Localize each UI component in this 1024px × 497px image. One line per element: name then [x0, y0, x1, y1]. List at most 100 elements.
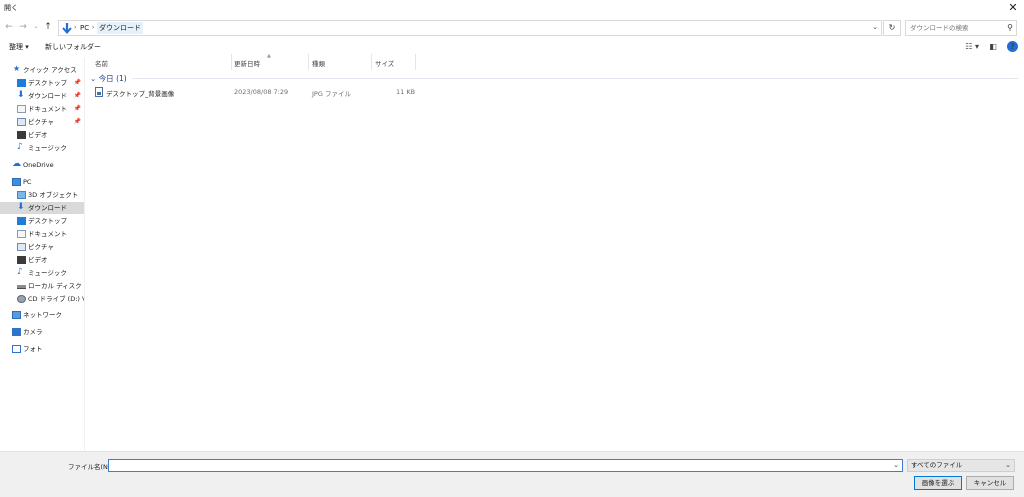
sidebar-item-label: デスクトップ [28, 79, 67, 87]
group-header-today[interactable]: ⌄ 今日 (1) [90, 73, 127, 84]
desktop-icon [17, 79, 26, 87]
refresh-icon[interactable]: ↻ [883, 20, 901, 36]
view-options-icon[interactable]: ☷ ▾ [965, 42, 979, 51]
music-icon: ♪ [17, 142, 23, 152]
network-icon [12, 311, 21, 319]
video-icon [17, 131, 26, 139]
up-icon[interactable]: ↑ [43, 21, 53, 33]
window-title: 開く [4, 4, 18, 12]
chevron-down-icon[interactable]: ⌄ [1005, 460, 1011, 471]
help-icon[interactable]: ? [1007, 41, 1018, 52]
recent-locations-icon[interactable]: ⌄ [31, 21, 41, 33]
document-icon [17, 230, 26, 238]
cancel-button[interactable]: キャンセル [966, 476, 1014, 490]
sidebar-item-label: ピクチャ [28, 243, 54, 251]
sidebar-item-pc-downloads[interactable]: ⬇ ダウンロード [0, 202, 84, 214]
sidebar-item-pictures[interactable]: ピクチャ 📌 [0, 116, 84, 128]
forward-icon[interactable]: → [18, 21, 28, 33]
computer-icon [12, 178, 21, 186]
sidebar-item-local-disk[interactable]: ローカル ディスク (C:) [0, 280, 84, 292]
sidebar-item-camera[interactable]: カメラ [0, 326, 84, 338]
sidebar-item-pc-pictures[interactable]: ピクチャ [0, 241, 84, 253]
column-divider[interactable] [415, 54, 416, 70]
breadcrumb-separator[interactable]: › [74, 24, 76, 31]
column-divider[interactable] [371, 54, 372, 70]
breadcrumb-separator[interactable]: › [92, 24, 94, 31]
column-divider[interactable] [231, 54, 232, 70]
sidebar-item-pc-documents[interactable]: ドキュメント [0, 228, 84, 240]
breadcrumb-pc[interactable]: PC [80, 24, 89, 32]
sidebar-item-pc[interactable]: PC [0, 176, 84, 188]
filetype-select[interactable]: すべてのファイル ⌄ [907, 459, 1015, 472]
sidebar-item-network[interactable]: ネットワーク [0, 309, 84, 321]
filename-label: ファイル名(N): [68, 463, 113, 471]
sidebar-item-onedrive[interactable]: ☁ OneDrive [0, 159, 84, 171]
navigation-pane: ★ クイック アクセス デスクトップ 📌 ⬇ ダウンロード 📌 ドキュメント 📌… [0, 58, 85, 451]
cd-icon [17, 295, 26, 303]
address-dropdown-icon[interactable]: ⌄ [872, 23, 878, 31]
sidebar-item-videos[interactable]: ビデオ [0, 129, 84, 141]
file-modified: 2023/08/08 7:29 [234, 88, 289, 96]
download-folder-icon [62, 23, 72, 34]
sidebar-item-label: ビデオ [28, 131, 48, 139]
sidebar-item-label: ダウンロード [28, 92, 67, 100]
breadcrumb-downloads[interactable]: ダウンロード [97, 22, 143, 34]
sidebar-item-label: 3D オブジェクト [28, 191, 79, 199]
column-divider[interactable] [308, 54, 309, 70]
bottom-bar: ファイル名(N): ⌄ すべてのファイル ⌄ 画像を選ぶ キャンセル [0, 451, 1024, 497]
sidebar-item-label: CD ドライブ (D:) Virtu [28, 295, 84, 303]
back-icon[interactable]: ← [4, 21, 14, 33]
search-input[interactable] [906, 21, 1001, 35]
preview-pane-icon[interactable]: ◧ [989, 42, 997, 51]
pin-icon: 📌 [73, 105, 81, 112]
image-file-icon [95, 87, 103, 97]
sidebar-item-3d-objects[interactable]: 3D オブジェクト [0, 189, 84, 201]
file-row[interactable]: デスクトップ_背景画像 2023/08/08 7:29 JPG ファイル 11 … [86, 86, 416, 100]
filename-combobox[interactable]: ⌄ [108, 459, 903, 472]
sidebar-item-music[interactable]: ♪ ミュージック [0, 142, 84, 154]
sidebar-item-pc-music[interactable]: ♪ ミュージック [0, 267, 84, 279]
sidebar-item-pc-desktop[interactable]: デスクトップ [0, 215, 84, 227]
chevron-down-icon[interactable]: ⌄ [90, 74, 96, 83]
sidebar-item-label: ローカル ディスク (C:) [28, 282, 84, 290]
close-icon[interactable]: ✕ [1006, 0, 1020, 16]
sidebar-item-pc-videos[interactable]: ビデオ [0, 254, 84, 266]
sidebar-item-documents[interactable]: ドキュメント 📌 [0, 103, 84, 115]
picture-icon [17, 118, 26, 126]
sidebar-item-label: ミュージック [28, 144, 67, 152]
sidebar-item-label: ビデオ [28, 256, 48, 264]
sidebar-item-cd-drive[interactable]: CD ドライブ (D:) Virtu [0, 293, 84, 305]
view-controls: ☷ ▾ ◧ ? [957, 41, 1018, 53]
pin-icon: 📌 [73, 92, 81, 99]
sidebar-item-photos[interactable]: フォト [0, 343, 84, 355]
chevron-down-icon[interactable]: ⌄ [893, 461, 899, 469]
open-button[interactable]: 画像を選ぶ [914, 476, 962, 490]
sidebar-item-label: OneDrive [23, 161, 54, 169]
group-label: 今日 (1) [98, 74, 127, 83]
sidebar-item-downloads[interactable]: ⬇ ダウンロード 📌 [0, 90, 84, 102]
column-modified[interactable]: 更新日時 [234, 58, 260, 68]
desktop-icon [17, 217, 26, 225]
pin-icon: 📌 [73, 79, 81, 86]
new-folder-button[interactable]: 新しいフォルダー [45, 42, 101, 52]
column-type[interactable]: 種類 [312, 58, 325, 68]
column-size[interactable]: サイズ [375, 58, 394, 68]
sidebar-item-desktop[interactable]: デスクトップ 📌 [0, 77, 84, 89]
sidebar-item-label: ピクチャ [28, 118, 54, 126]
sidebar-item-label: ドキュメント [28, 230, 67, 238]
address-bar[interactable]: › PC › ダウンロード ⌄ [58, 20, 882, 36]
file-name: デスクトップ_背景画像 [106, 90, 175, 98]
title-bar: 開く ✕ [0, 0, 1024, 16]
organize-button[interactable]: 整理 ▾ [9, 42, 29, 52]
search-icon[interactable]: ⚲ [1007, 23, 1013, 32]
camera-icon [12, 328, 21, 336]
filename-input[interactable] [109, 460, 889, 471]
column-name[interactable]: 名前 [95, 58, 108, 68]
sidebar-item-label: ミュージック [28, 269, 67, 277]
search-box[interactable]: ⚲ [905, 20, 1017, 36]
file-list: 名前 ▲ 更新日時 種類 サイズ ⌄ 今日 (1) デスクトップ_背景画像 20… [86, 53, 1024, 451]
sidebar-item-quick-access[interactable]: ★ クイック アクセス [0, 64, 84, 76]
star-icon: ★ [13, 64, 21, 73]
pin-icon: 📌 [73, 118, 81, 125]
download-icon: ⬇ [17, 202, 25, 212]
